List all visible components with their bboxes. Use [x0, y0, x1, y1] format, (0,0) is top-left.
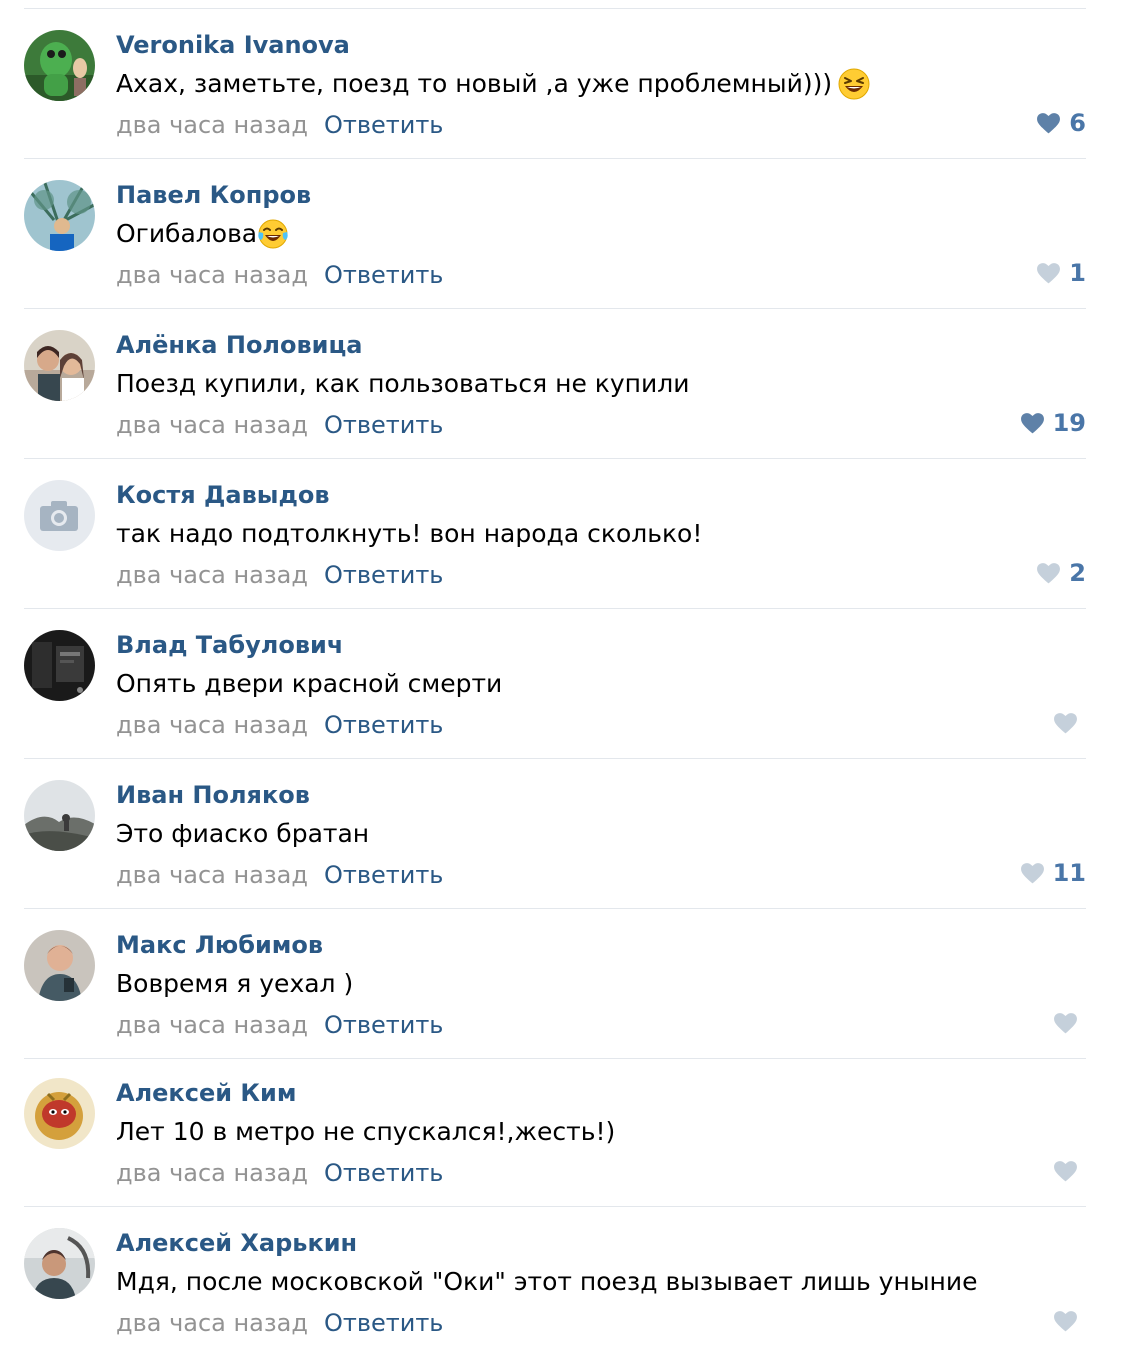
comment-text-row: Ахах, заметьте, поезд то новый ,а уже пр… — [116, 68, 870, 100]
reply-button[interactable]: Ответить — [324, 861, 443, 889]
comment-text-row: Вовремя я уехал ) — [116, 968, 353, 1000]
like-button[interactable]: 1 — [1036, 258, 1086, 288]
comment-text-row: Это фиаско братан — [116, 818, 369, 850]
comment-time[interactable]: два часа назад — [116, 1159, 308, 1187]
like-button[interactable]: 2 — [1036, 558, 1086, 588]
reply-button[interactable]: Ответить — [324, 561, 443, 589]
comment-author[interactable]: Макс Любимов — [116, 930, 323, 960]
comment-time[interactable]: два часа назад — [116, 111, 308, 139]
reply-button[interactable]: Ответить — [324, 1159, 443, 1187]
comment-item: Макс Любимов Вовремя я уехал ) два часа … — [24, 909, 1086, 1059]
comment-item: Алексей Ким Лет 10 в метро не спускался!… — [24, 1057, 1086, 1207]
comment-text: Лет 10 в метро не спускался!,жесть!) — [116, 1117, 616, 1146]
comment-meta: два часа назад Ответить — [116, 1308, 443, 1338]
like-button[interactable] — [1053, 1156, 1086, 1186]
comment-text-row: Огибалова — [116, 218, 289, 250]
comment-item: Veronika Ivanova Ахах, заметьте, поезд т… — [24, 9, 1086, 159]
heart-icon — [1054, 713, 1077, 734]
comment-text: Огибалова — [116, 219, 258, 248]
like-count: 2 — [1069, 559, 1086, 587]
like-button[interactable] — [1053, 1008, 1086, 1038]
tears-of-joy-emoji-icon — [258, 219, 288, 249]
like-button[interactable]: 19 — [1020, 408, 1086, 438]
comment-text-row: Опять двери красной смерти — [116, 668, 502, 700]
comment-author[interactable]: Алексей Ким — [116, 1078, 296, 1108]
comment-item: Алексей Харькин Мдя, после московской "О… — [24, 1207, 1086, 1357]
comment-meta: два часа назад Ответить — [116, 410, 443, 440]
comment-text: так надо подтолкнуть! вон народа сколько… — [116, 519, 703, 548]
heart-icon — [1037, 563, 1061, 584]
like-button[interactable]: 6 — [1036, 108, 1086, 138]
avatar[interactable] — [24, 480, 95, 551]
reply-button[interactable]: Ответить — [324, 1011, 443, 1039]
comment-meta: два часа назад Ответить — [116, 1010, 443, 1040]
heart-icon — [1054, 1013, 1077, 1034]
comment-meta: два часа назад Ответить — [116, 110, 443, 140]
heart-icon — [1037, 113, 1061, 134]
comment-author[interactable]: Влад Табулович — [116, 630, 343, 660]
heart-icon — [1054, 1311, 1077, 1332]
heart-icon — [1037, 263, 1061, 284]
comment-time[interactable]: два часа назад — [116, 561, 308, 589]
comment-meta: два часа назад Ответить — [116, 260, 443, 290]
heart-icon — [1020, 863, 1044, 884]
comment-meta: два часа назад Ответить — [116, 560, 443, 590]
avatar[interactable] — [24, 330, 95, 401]
heart-icon — [1020, 413, 1044, 434]
comment-meta: два часа назад Ответить — [116, 860, 443, 890]
reply-button[interactable]: Ответить — [324, 1309, 443, 1337]
like-button[interactable] — [1053, 708, 1086, 738]
avatar[interactable] — [24, 930, 95, 1001]
comment-author[interactable]: Иван Поляков — [116, 780, 310, 810]
comment-time[interactable]: два часа назад — [116, 861, 308, 889]
comment-author[interactable]: Павел Копров — [116, 180, 311, 210]
avatar[interactable] — [24, 630, 95, 701]
comment-author[interactable]: Алёнка Половица — [116, 330, 362, 360]
comment-author[interactable]: Veronika Ivanova — [116, 30, 350, 60]
reply-button[interactable]: Ответить — [324, 711, 443, 739]
reply-button[interactable]: Ответить — [324, 111, 443, 139]
comment-item: Алёнка Половица Поезд купили, как пользо… — [24, 309, 1086, 459]
avatar[interactable] — [24, 1078, 95, 1149]
comment-item: Костя Давыдов так надо подтолкнуть! вон … — [24, 459, 1086, 609]
comment-text: Вовремя я уехал ) — [116, 969, 354, 998]
comment-text: Это фиаско братан — [116, 819, 370, 848]
avatar[interactable] — [24, 1228, 95, 1299]
reply-button[interactable]: Ответить — [324, 411, 443, 439]
avatar[interactable] — [24, 180, 95, 251]
comment-text-row: Мдя, после московской "Оки" этот поезд в… — [116, 1266, 978, 1298]
comment-item: Влад Табулович Опять двери красной смерт… — [24, 609, 1086, 759]
comment-time[interactable]: два часа назад — [116, 711, 308, 739]
comment-meta: два часа назад Ответить — [116, 1158, 443, 1188]
like-button[interactable]: 11 — [1020, 858, 1086, 888]
comment-author[interactable]: Костя Давыдов — [116, 480, 330, 510]
comment-text: Поезд купили, как пользоваться не купили — [116, 369, 690, 398]
comment-time[interactable]: два часа назад — [116, 1309, 308, 1337]
comment-meta: два часа назад Ответить — [116, 710, 443, 740]
comment-text: Мдя, после московской "Оки" этот поезд в… — [116, 1267, 978, 1296]
laughing-squint-emoji-icon — [838, 68, 870, 100]
comment-text: Ахах, заметьте, поезд то новый ,а уже пр… — [116, 69, 833, 98]
comment-text-row: Поезд купили, как пользоваться не купили — [116, 368, 690, 400]
comment-text-row: Лет 10 в метро не спускался!,жесть!) — [116, 1116, 615, 1148]
like-count: 19 — [1052, 409, 1086, 437]
comment-item: Иван Поляков Это фиаско братан два часа … — [24, 759, 1086, 909]
comment-time[interactable]: два часа назад — [116, 411, 308, 439]
avatar[interactable] — [24, 30, 95, 101]
heart-icon — [1054, 1161, 1077, 1182]
like-count: 11 — [1052, 859, 1086, 887]
avatar[interactable] — [24, 780, 95, 851]
comment-item: Павел Копров Огибалова два часа назад Отв… — [24, 159, 1086, 309]
like-button[interactable] — [1053, 1306, 1086, 1336]
like-count: 6 — [1069, 109, 1086, 137]
comment-time[interactable]: два часа назад — [116, 1011, 308, 1039]
like-count: 1 — [1069, 259, 1086, 287]
comment-author[interactable]: Алексей Харькин — [116, 1228, 357, 1258]
comment-time[interactable]: два часа назад — [116, 261, 308, 289]
reply-button[interactable]: Ответить — [324, 261, 443, 289]
comment-text: Опять двери красной смерти — [116, 669, 503, 698]
comment-text-row: так надо подтолкнуть! вон народа сколько… — [116, 518, 702, 550]
